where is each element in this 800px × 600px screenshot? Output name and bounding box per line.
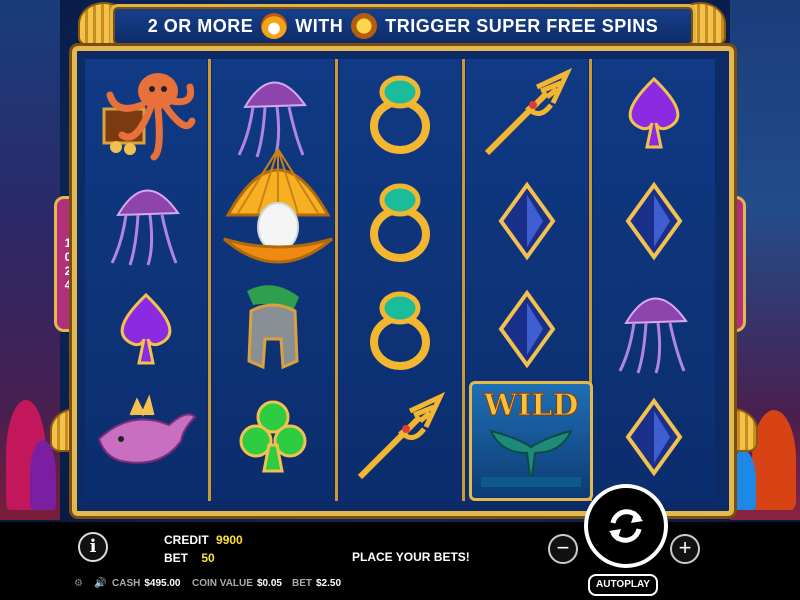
dolphin-symbol	[91, 385, 201, 489]
pearl-shell-symbol	[218, 135, 338, 285]
trident-symbol	[345, 385, 455, 489]
whale-tail-icon	[481, 429, 581, 487]
octopus-symbol	[91, 61, 201, 165]
bet-value: 50	[201, 551, 215, 565]
club-symbol	[218, 385, 328, 489]
bonus-icon	[351, 13, 378, 39]
spade-symbol	[91, 277, 201, 381]
diamond-symbol	[472, 169, 582, 273]
coral-decoration	[752, 410, 796, 510]
emerald-ring-symbol	[345, 61, 455, 165]
jellyfish-symbol	[599, 277, 709, 381]
autoplay-button[interactable]: AUTOPLAY	[588, 574, 658, 596]
spade-symbol	[599, 61, 709, 165]
pearl-icon	[261, 13, 288, 39]
cash-value: $495.00	[144, 578, 181, 589]
sound-icon[interactable]: 🔊	[94, 578, 106, 590]
coin-value-label: COIN VALUE	[192, 578, 253, 589]
reel-frame: WILD	[72, 46, 734, 516]
coral-decoration	[30, 440, 56, 510]
credit-value: 9900	[216, 533, 243, 547]
bet-display: BET $2.50	[292, 578, 341, 589]
emerald-ring-symbol	[345, 277, 455, 381]
info-button[interactable]: i	[78, 532, 108, 562]
bet-label: BET 50	[164, 551, 215, 565]
spin-arrows-icon	[609, 509, 643, 543]
emerald-ring-symbol	[345, 169, 455, 273]
banner-text-2: WITH	[295, 15, 344, 36]
wild-label: WILD	[483, 388, 579, 424]
credit-label-text: CREDIT	[164, 533, 209, 547]
spartan-helmet-symbol	[218, 277, 328, 381]
plaque-digit: 0	[64, 250, 72, 264]
plaque-digit: 1	[64, 236, 72, 250]
cash-label: CASH	[112, 578, 141, 589]
banner-text-1: 2 OR MORE	[147, 15, 254, 36]
jellyfish-symbol	[91, 169, 201, 273]
footer-bet-label: BET	[292, 578, 312, 589]
reel-divider	[208, 59, 211, 501]
free-spins-banner: 2 OR MORE WITH TRIGGER SUPER FREE SPINS	[110, 4, 696, 48]
coin-value: $0.05	[256, 578, 282, 589]
plaque-digit: 2	[64, 264, 72, 278]
bet-label-text: BET	[164, 551, 188, 565]
cash-display: CASH $495.00	[112, 578, 181, 589]
settings-icon[interactable]: ⚙	[74, 578, 86, 590]
credit-label: CREDIT 9900	[164, 533, 243, 547]
diamond-symbol	[599, 169, 709, 273]
increase-bet-button[interactable]: +	[670, 534, 700, 564]
coin-value-display: COIN VALUE $0.05	[192, 578, 282, 589]
spin-button[interactable]	[584, 484, 668, 568]
trident-symbol	[472, 61, 582, 165]
reel-divider	[462, 59, 465, 501]
footer-bet-value: $2.50	[316, 578, 342, 589]
diamond-symbol	[599, 385, 709, 489]
plaque-digit: 4	[64, 278, 72, 292]
decrease-bet-button[interactable]: −	[548, 534, 578, 564]
banner-text-3: TRIGGER SUPER FREE SPINS	[385, 15, 659, 36]
status-message: PLACE YOUR BETS!	[352, 550, 470, 564]
diamond-symbol	[472, 277, 582, 381]
wild-symbol: WILD	[469, 381, 593, 501]
